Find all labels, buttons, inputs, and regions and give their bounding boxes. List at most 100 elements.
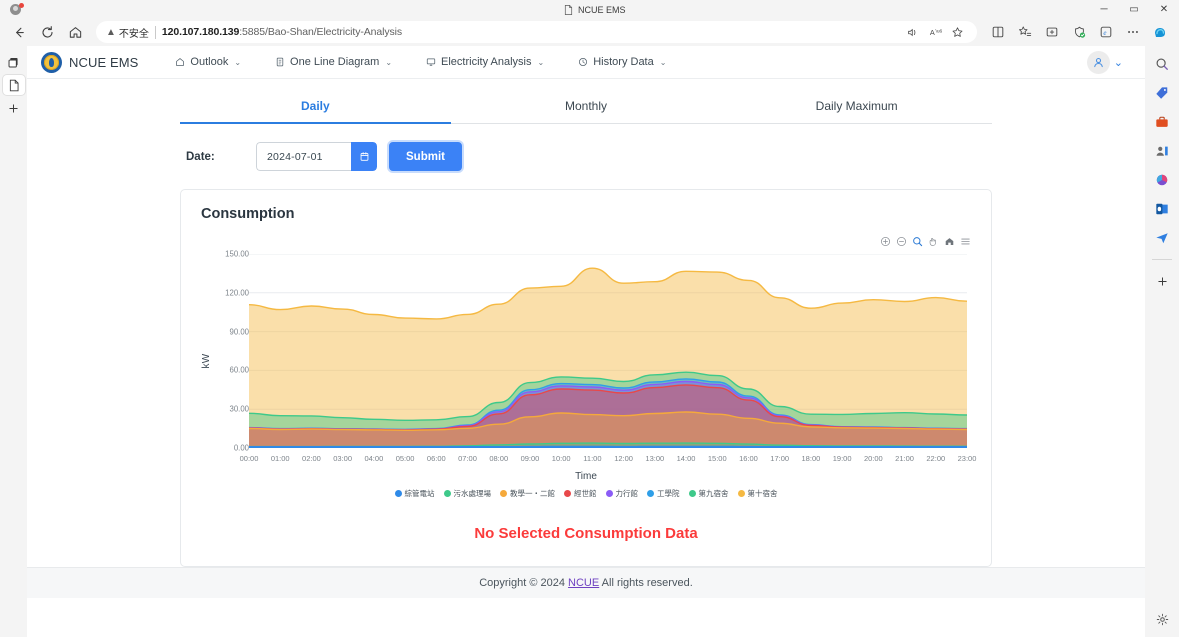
x-axis-tick: 08:00 — [489, 454, 509, 463]
add-sidebar-icon[interactable] — [1151, 271, 1173, 291]
tab-daily[interactable]: Daily — [180, 90, 451, 124]
maximize-button[interactable]: ▭ — [1119, 0, 1149, 18]
briefcase-icon[interactable] — [1151, 112, 1173, 132]
legend-color-dot — [688, 490, 696, 497]
favorite-star-icon[interactable] — [947, 22, 967, 42]
sharing-icon[interactable] — [1151, 228, 1173, 248]
app-nav-items: Outlook ⌄ One Line Diagram ⌄ Electricity… — [158, 46, 683, 79]
legend-item[interactable]: 工學院 — [647, 488, 680, 499]
split-screen-icon[interactable] — [985, 20, 1011, 44]
close-window-button[interactable]: ✕ — [1149, 0, 1179, 18]
zoom-out-icon[interactable] — [896, 236, 907, 247]
contacts-icon[interactable] — [1151, 141, 1173, 161]
tab-monthly[interactable]: Monthly — [451, 90, 722, 123]
legend-color-dot — [647, 490, 654, 497]
footer-prefix: Copyright © 2024 — [479, 577, 569, 589]
left-rail — [0, 46, 27, 637]
app-nav-right: ⌄ — [1086, 50, 1131, 74]
nav-item-electricity-analysis-label: Electricity Analysis — [441, 56, 532, 68]
date-input[interactable]: 2024-07-01 — [256, 142, 351, 171]
consumption-chart[interactable]: kW 0.00 30.00 60.00 90.00 120.00 150.00 00:00… — [197, 236, 977, 486]
browser-titlebar: NCUE EMS ─ ▭ ✕ — [0, 0, 1179, 18]
browser-window: NCUE EMS ─ ▭ ✕ ▲ 不安全 120.107.180.139:588… — [0, 0, 1179, 637]
add-icon[interactable] — [3, 98, 25, 118]
user-avatar-icon[interactable] — [1086, 50, 1110, 74]
extensions-shield-icon[interactable] — [1066, 20, 1092, 44]
microsoft-365-icon[interactable] — [1151, 170, 1173, 190]
legend-label: 經世館 — [574, 489, 597, 498]
legend-item[interactable]: 力行館 — [605, 488, 638, 499]
submit-button[interactable]: Submit — [389, 142, 462, 171]
no-data-message: No Selected Consumption Data — [474, 525, 698, 542]
x-axis-tick: 16:00 — [739, 454, 758, 463]
app-brand[interactable]: NCUE EMS — [41, 51, 138, 73]
zoom-in-icon[interactable] — [880, 236, 891, 247]
refresh-button[interactable] — [34, 20, 60, 44]
read-aloud-icon[interactable] — [903, 22, 923, 42]
x-axis-tick: 18:00 — [801, 454, 821, 463]
tab-daily-maximum[interactable]: Daily Maximum — [721, 90, 992, 123]
y-axis-tick: 150.00 — [225, 249, 249, 259]
date-picker-group: 2024-07-01 — [256, 142, 377, 171]
legend-item[interactable]: 污水處理場 — [443, 488, 492, 499]
legend-item[interactable]: 教學一・二館 — [500, 488, 555, 499]
reset-zoom-icon[interactable] — [944, 236, 955, 247]
legend-color-dot — [564, 490, 571, 497]
nav-item-history-data[interactable]: History Data ⌄ — [561, 46, 683, 79]
calendar-icon[interactable] — [351, 142, 377, 171]
browser-essentials-icon[interactable] — [1039, 20, 1065, 44]
legend-item[interactable]: 第九宿舍 — [688, 488, 729, 499]
sidebar-settings-icon[interactable] — [1151, 609, 1173, 629]
window-controls: ─ ▭ ✕ — [1089, 0, 1179, 18]
nav-item-electricity-analysis[interactable]: Electricity Analysis ⌄ — [409, 46, 561, 79]
legend-label: 教學一・二館 — [510, 489, 555, 498]
collections-icon[interactable] — [1012, 20, 1038, 44]
clock-icon — [578, 57, 588, 67]
shopping-tag-icon[interactable] — [1151, 83, 1173, 103]
legend-label: 污水處理場 — [453, 489, 492, 498]
tab-actions-icon[interactable] — [3, 52, 25, 72]
legend-item[interactable]: 綜管電站 — [394, 488, 435, 499]
nav-item-one-line-diagram-label: One Line Diagram — [290, 56, 380, 68]
copilot-icon[interactable] — [1147, 20, 1173, 44]
user-menu-chevron-icon[interactable]: ⌄ — [1114, 56, 1123, 69]
search-icon[interactable] — [1151, 54, 1173, 74]
x-axis-tick: 04:00 — [364, 454, 384, 463]
diagram-icon — [275, 57, 285, 67]
legend-item[interactable]: 第十宿舍 — [737, 488, 778, 499]
x-axis-tick: 01:00 — [270, 454, 290, 463]
y-axis-tick: 30.00 — [229, 404, 249, 414]
selection-zoom-icon[interactable] — [912, 236, 923, 247]
back-button[interactable] — [6, 20, 32, 44]
x-axis-tick: 21:00 — [895, 454, 914, 463]
footer-ncue-link[interactable]: NCUE — [568, 577, 599, 589]
consumption-card: Consumption kW 0.00 30.00 60.00 90.00 12… — [180, 189, 992, 567]
x-axis-labels: 00:00 01:00 02:00 03:00 04:00 05:00 06:00 07:00… — [240, 454, 977, 466]
content-container: Daily Monthly Daily Maximum Date: 2024-0… — [180, 79, 992, 567]
document-icon[interactable] — [2, 75, 25, 95]
translate-icon[interactable]: A\u6587 — [925, 22, 945, 42]
edge-copilot-icon[interactable]: e — [1093, 20, 1119, 44]
nav-item-outlook[interactable]: Outlook ⌄ — [158, 46, 258, 79]
outlook-icon[interactable] — [1151, 199, 1173, 219]
svg-text:A: A — [929, 27, 934, 36]
legend-item[interactable]: 經世館 — [564, 488, 597, 499]
security-warning[interactable]: ▲ 不安全 — [106, 25, 149, 40]
chart-plot-area[interactable] — [249, 254, 967, 448]
address-bar[interactable]: ▲ 不安全 120.107.180.139:5885/Bao-Shan/Elec… — [96, 21, 977, 43]
x-axis-tick: 14:00 — [676, 454, 696, 463]
settings-more-icon[interactable] — [1120, 20, 1146, 44]
nav-item-one-line-diagram[interactable]: One Line Diagram ⌄ — [258, 46, 409, 79]
date-label: Date: — [186, 150, 215, 163]
y-axis-tick: 90.00 — [229, 327, 249, 337]
profile-button[interactable] — [4, 2, 26, 17]
panning-icon[interactable] — [928, 236, 939, 247]
nav-item-history-data-label: History Data — [593, 56, 654, 68]
browser-body: NCUE EMS Outlook ⌄ One Line Diagram ⌄ El… — [0, 46, 1179, 637]
browser-toolbar: ▲ 不安全 120.107.180.139:5885/Bao-Shan/Elec… — [0, 18, 1179, 46]
minimize-button[interactable]: ─ — [1089, 0, 1119, 18]
home-button[interactable] — [62, 20, 88, 44]
menu-icon[interactable] — [960, 236, 971, 247]
browser-tab[interactable]: NCUE EMS — [556, 1, 634, 18]
legend-label: 工學院 — [657, 489, 680, 498]
